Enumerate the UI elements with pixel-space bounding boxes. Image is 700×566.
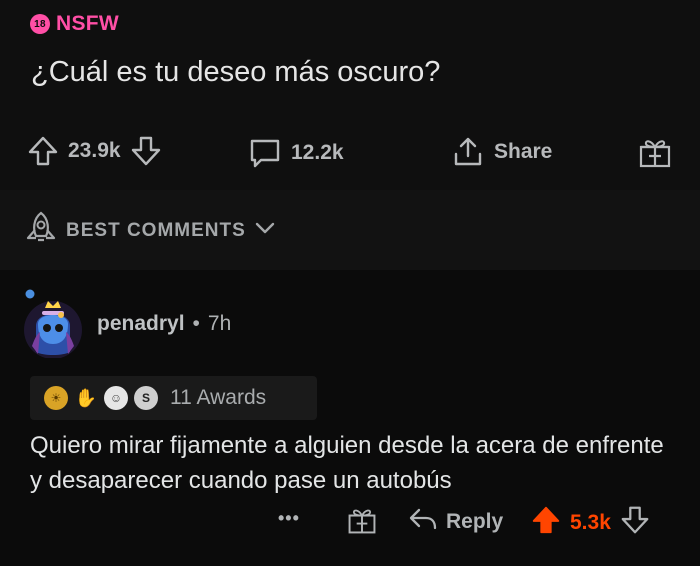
reply-button[interactable]: Reply bbox=[408, 506, 503, 538]
comment-vote-group: 5.3k bbox=[530, 504, 651, 542]
more-options-button[interactable]: ••• bbox=[278, 508, 300, 529]
share-icon bbox=[450, 134, 486, 170]
comment-author[interactable]: penadryl bbox=[97, 312, 185, 336]
chevron-down-icon bbox=[254, 218, 276, 244]
upvote-icon[interactable] bbox=[530, 504, 562, 542]
comment-sort-bar: BEST COMMENTS bbox=[0, 190, 700, 270]
downvote-icon[interactable] bbox=[129, 134, 163, 168]
comments-button[interactable]: 12.2k bbox=[247, 136, 344, 170]
gift-icon bbox=[346, 504, 378, 542]
hug-award-icon: ✋ bbox=[74, 387, 98, 408]
nsfw-tag: 18 NSFW bbox=[30, 12, 119, 36]
comment: penadryl • 7h ☀ ✋ ☺ S 11 Awards Quiero m… bbox=[0, 270, 700, 566]
comment-score: 5.3k bbox=[570, 511, 611, 534]
sort-dropdown[interactable]: BEST COMMENTS bbox=[24, 210, 276, 252]
reply-label: Reply bbox=[446, 510, 504, 533]
upvote-icon[interactable] bbox=[26, 134, 60, 168]
comment-action-bar: ••• Reply 5.3k bbox=[0, 504, 700, 544]
share-label: Share bbox=[494, 140, 553, 163]
post-title[interactable]: ¿Cuál es tu deseo más oscuro? bbox=[31, 56, 440, 89]
post-header: 18 NSFW ¿Cuál es tu deseo más oscuro? 23… bbox=[0, 0, 700, 190]
downvote-icon[interactable] bbox=[619, 504, 651, 542]
nsfw-label: NSFW bbox=[56, 12, 120, 35]
comment-award-button[interactable] bbox=[346, 504, 378, 542]
upvote-count: 23.9k bbox=[68, 139, 121, 162]
reply-icon bbox=[408, 506, 438, 538]
share-button[interactable]: Share bbox=[450, 134, 552, 170]
silver-award-icon: S bbox=[134, 386, 158, 410]
awards-count: 11 Awards bbox=[170, 386, 267, 409]
avatar[interactable] bbox=[22, 286, 84, 359]
nsfw-18-icon: 18 bbox=[30, 14, 50, 34]
comment-icon bbox=[247, 136, 283, 170]
award-button[interactable] bbox=[637, 134, 673, 170]
comment-age: 7h bbox=[207, 312, 232, 335]
rocket-icon bbox=[24, 210, 58, 252]
meta-separator: • bbox=[192, 312, 200, 335]
awards-bar[interactable]: ☀ ✋ ☺ S 11 Awards bbox=[30, 376, 317, 420]
avatar-icon bbox=[24, 289, 82, 359]
sort-label: BEST COMMENTS bbox=[66, 220, 246, 241]
comment-meta: penadryl • 7h bbox=[97, 312, 231, 336]
post-action-bar: 23.9k 12.2k Share bbox=[0, 134, 700, 174]
comment-body: Quiero mirar fijamente a alguien desde l… bbox=[30, 432, 664, 494]
wholesome-award-icon: ☺ bbox=[104, 386, 128, 410]
vote-group: 23.9k bbox=[26, 134, 163, 168]
gift-icon bbox=[637, 134, 673, 170]
sun-award-icon: ☀ bbox=[44, 386, 68, 410]
comment-count: 12.2k bbox=[291, 141, 344, 164]
